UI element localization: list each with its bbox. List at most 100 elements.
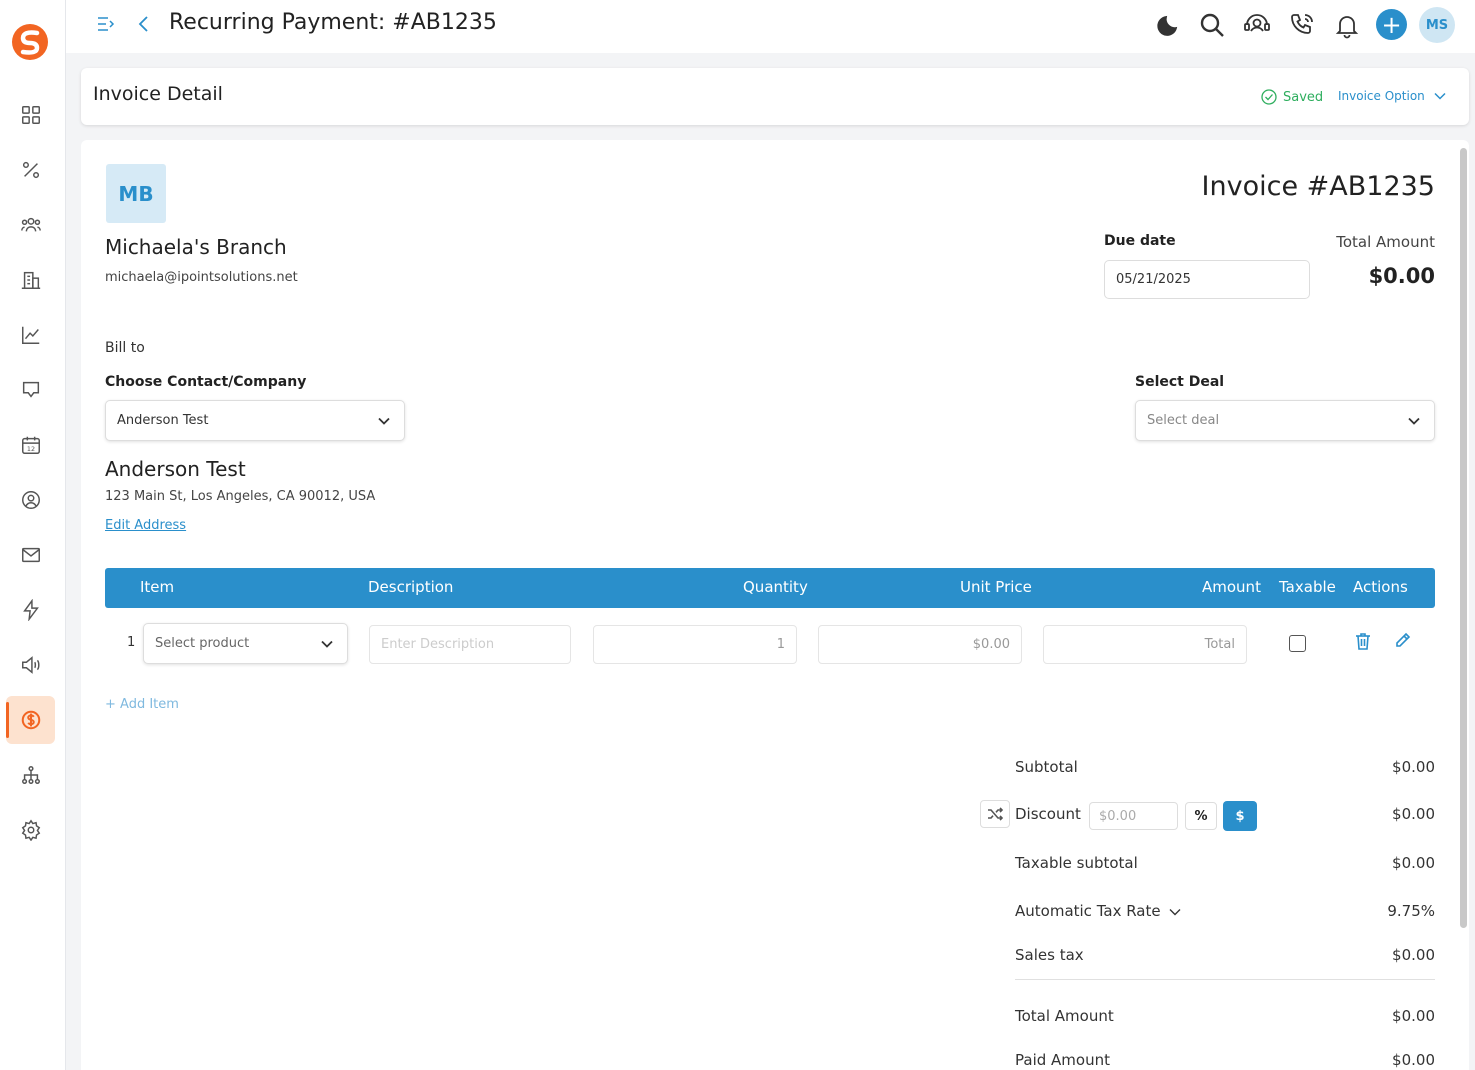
scrollbar[interactable]: [1460, 148, 1467, 928]
line-items-header: Item Description Quantity Unit Price Amo…: [105, 568, 1435, 608]
due-date-input[interactable]: 05/21/2025: [1104, 260, 1310, 299]
notification-bell-icon[interactable]: [1333, 11, 1361, 39]
sidebar-item-calendar[interactable]: 12: [6, 421, 55, 469]
sidebar-item-percent[interactable]: [6, 146, 55, 194]
row-number: 1: [127, 635, 136, 650]
column-header: Taxable: [1279, 578, 1336, 596]
sidebar-item-campaign[interactable]: [6, 641, 55, 689]
user-circle-icon: [21, 491, 40, 509]
sidebar-item-payments[interactable]: [6, 696, 55, 744]
chevron-down-icon: [1434, 92, 1446, 100]
dashboard-icon: [21, 106, 40, 124]
mail-icon: [21, 547, 40, 563]
feedback-icon: [22, 381, 39, 398]
sidebar-item-companies[interactable]: [6, 256, 55, 304]
summary-divider: [1015, 979, 1435, 980]
branch-email: michaela@ipointsolutions.net: [105, 270, 298, 285]
summary-total-value: $0.00: [1392, 1007, 1435, 1025]
column-header: Actions: [1353, 578, 1408, 596]
saved-label: Saved: [1283, 89, 1324, 105]
column-header: Amount: [1202, 578, 1261, 596]
discount-dollar-button[interactable]: $: [1223, 801, 1257, 831]
column-header: Description: [368, 578, 454, 596]
product-select[interactable]: Select product: [143, 623, 348, 664]
search-icon[interactable]: [1198, 11, 1226, 39]
menu-toggle-icon[interactable]: [96, 14, 116, 34]
sidebar-item-feedback[interactable]: [6, 366, 55, 414]
check-circle-icon: [1261, 89, 1277, 105]
contact-address: 123 Main St, Los Angeles, CA 90012, USA: [105, 489, 376, 504]
sidebar-item-dashboard[interactable]: [6, 91, 55, 139]
automation-icon: [22, 599, 39, 621]
sidebar-item-workflow[interactable]: [6, 751, 55, 799]
quantity-input[interactable]: 1: [593, 625, 797, 664]
payments-icon: [21, 710, 40, 730]
discount-toggle-button[interactable]: [980, 800, 1010, 828]
column-header: Item: [140, 578, 175, 596]
column-header: Quantity: [743, 578, 808, 596]
percent-icon: [22, 161, 39, 179]
campaign-icon: [21, 656, 40, 674]
contact-select[interactable]: Anderson Test: [105, 400, 405, 441]
subtotal-value: $0.00: [1392, 758, 1435, 776]
sidebar-item-mail[interactable]: [6, 531, 55, 579]
taxable-subtotal-label: Taxable subtotal: [1015, 854, 1138, 872]
total-amount-label: Total Amount: [1336, 233, 1435, 251]
invoice-detail-bar: Invoice Detail Saved Invoice Option: [81, 68, 1469, 125]
invoice-option-label: Invoice Option: [1338, 89, 1425, 103]
companies-icon: [21, 271, 40, 289]
sidebar-item-contacts[interactable]: [6, 201, 55, 249]
dark-mode-icon[interactable]: [1155, 11, 1183, 39]
sidebar-item-profile[interactable]: [6, 476, 55, 524]
subtotal-label: Subtotal: [1015, 758, 1078, 776]
branch-logo: MB: [106, 164, 166, 223]
delete-row-button[interactable]: [1353, 631, 1373, 651]
taxable-subtotal-value: $0.00: [1392, 854, 1435, 872]
due-date-label: Due date: [1104, 233, 1176, 249]
invoice-number: Invoice #AB1235: [1201, 171, 1435, 202]
sidebar-item-analytics[interactable]: [6, 311, 55, 359]
support-icon[interactable]: [1243, 11, 1271, 39]
choose-contact-label: Choose Contact/Company: [105, 374, 307, 390]
sales-tax-label: Sales tax: [1015, 946, 1084, 964]
discount-input[interactable]: $0.00: [1089, 802, 1178, 830]
sidebar-item-automation[interactable]: [6, 586, 55, 634]
back-chevron-icon[interactable]: [136, 13, 152, 35]
tax-rate-label[interactable]: Automatic Tax Rate: [1015, 902, 1161, 920]
invoice-option-dropdown[interactable]: Invoice Option: [1338, 89, 1447, 103]
contact-name: Anderson Test: [105, 457, 246, 481]
phone-icon[interactable]: [1288, 11, 1316, 39]
sidebar: 12: [0, 0, 66, 1070]
trash-icon: [1356, 633, 1370, 650]
column-header: Unit Price: [960, 578, 1032, 596]
user-avatar[interactable]: MS: [1419, 7, 1455, 43]
select-deal-label: Select Deal: [1135, 374, 1225, 390]
section-title: Invoice Detail: [93, 83, 223, 105]
plus-icon: +: [1381, 10, 1402, 39]
add-item-link[interactable]: + Add Item: [105, 697, 179, 712]
product-select-placeholder: Select product: [155, 636, 250, 651]
chevron-down-icon[interactable]: [1168, 905, 1182, 919]
taxable-checkbox[interactable]: [1289, 635, 1306, 652]
create-new-button[interactable]: +: [1376, 9, 1407, 40]
sales-tax-value: $0.00: [1392, 946, 1435, 964]
edit-address-link[interactable]: Edit Address: [105, 518, 186, 533]
sidebar-item-settings[interactable]: [6, 806, 55, 854]
deal-select-placeholder: Select deal: [1147, 413, 1220, 428]
top-bar: Recurring Payment: #AB1235 + MS: [66, 0, 1475, 53]
contacts-icon: [20, 217, 41, 232]
app-logo[interactable]: [10, 22, 50, 62]
amount-input[interactable]: Total: [1043, 625, 1247, 664]
description-input[interactable]: Enter Description: [369, 625, 571, 664]
svg-text:12: 12: [26, 445, 34, 453]
settings-icon: [21, 819, 40, 841]
chevron-down-icon: [1408, 417, 1420, 425]
discount-percent-button[interactable]: %: [1185, 802, 1217, 830]
edit-row-button[interactable]: [1392, 631, 1412, 651]
calendar-icon: 12: [21, 436, 40, 454]
page-title: Recurring Payment: #AB1235: [169, 10, 497, 35]
unit-price-input[interactable]: $0.00: [818, 625, 1022, 664]
discount-label: Discount: [1015, 805, 1081, 823]
analytics-icon: [21, 326, 39, 344]
deal-select[interactable]: Select deal: [1135, 400, 1435, 441]
